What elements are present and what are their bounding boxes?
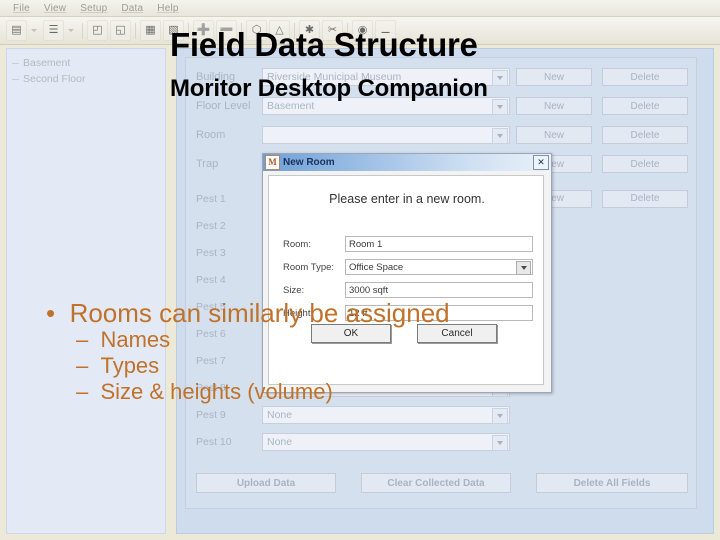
- export-map-icon[interactable]: ◱: [110, 20, 131, 41]
- room-name-input[interactable]: Room 1: [345, 236, 533, 252]
- chevron-down-icon[interactable]: [516, 261, 531, 275]
- menu-bar: File View Setup Data Help: [0, 0, 720, 17]
- pest-label: Pest 2: [196, 219, 226, 232]
- dialog-title-bar[interactable]: M New Room ✕: [263, 154, 551, 171]
- delete-pest-button[interactable]: Delete: [602, 189, 688, 208]
- pest-combo[interactable]: None: [262, 405, 510, 424]
- new-floor-button[interactable]: New: [516, 97, 592, 115]
- page-subtitle: Moritor Desktop Companion: [170, 75, 488, 102]
- menu-item-help[interactable]: Help: [150, 2, 185, 15]
- application-window: File View Setup Data Help ▤ ☰ ◰ ◱ ▦ ▧ ➕ …: [0, 0, 720, 540]
- page-title: Field Data Structure: [170, 26, 478, 63]
- bullet-sub-types: Types: [40, 353, 640, 379]
- sidebar-tree[interactable]: Basement Second Floor: [6, 48, 166, 534]
- bullet-main: Rooms can similarly be assigned: [40, 299, 640, 327]
- toolbar-separator-2: [135, 22, 136, 39]
- delete-building-button[interactable]: Delete: [602, 68, 688, 86]
- dialog-title-text: New Room: [283, 157, 335, 168]
- room-label: Room: [196, 129, 226, 141]
- chevron-down-icon[interactable]: [492, 99, 508, 115]
- pest-label: Pest 9: [196, 408, 226, 421]
- room-name-value: Room 1: [349, 238, 383, 250]
- chevron-down-icon[interactable]: [492, 407, 508, 424]
- toolbar-separator-1: [82, 22, 83, 39]
- menu-item-data[interactable]: Data: [114, 2, 150, 15]
- bullet-sub-size-heights: Size & heights (volume): [40, 379, 640, 405]
- add-region-icon[interactable]: ▦: [140, 20, 161, 41]
- form-row-pest-9: Pest 9 None: [196, 405, 688, 424]
- chevron-down-icon[interactable]: [492, 434, 508, 451]
- form-row-pest-10: Pest 10 None: [196, 432, 688, 451]
- pest-label: Pest 4: [196, 273, 226, 286]
- size-value: 3000 sqft: [349, 284, 389, 296]
- document-dropdown-chevron-down-icon[interactable]: [65, 20, 76, 41]
- size-label: Size:: [283, 284, 305, 296]
- bullet-sub-names: Names: [40, 327, 640, 353]
- size-input[interactable]: 3000 sqft: [345, 282, 533, 298]
- pest-combo[interactable]: None: [262, 432, 510, 451]
- chevron-down-icon[interactable]: [492, 70, 508, 86]
- menu-item-file[interactable]: File: [6, 2, 37, 15]
- room-type-select[interactable]: Office Space: [345, 259, 533, 275]
- pest-value: None: [267, 435, 293, 448]
- chevron-down-icon[interactable]: [492, 128, 508, 144]
- dialog-field-size: Size: 3000 sqft: [283, 280, 533, 300]
- upload-data-button[interactable]: Upload Data: [196, 473, 336, 493]
- new-room-button[interactable]: New: [516, 126, 592, 144]
- import-map-icon[interactable]: ◰: [87, 20, 108, 41]
- bottom-action-bar: Upload Data Clear Collected Data Delete …: [196, 472, 688, 494]
- pest-label: Pest 1: [196, 192, 226, 205]
- dialog-prompt: Please enter in a new room.: [329, 192, 485, 206]
- delete-room-button[interactable]: Delete: [602, 126, 688, 144]
- trap-label: Trap: [196, 158, 219, 170]
- pest-value: None: [267, 408, 293, 421]
- dialog-field-room-type: Room Type: Office Space: [283, 257, 533, 277]
- bullet-list: Rooms can similarly be assigned Names Ty…: [40, 299, 640, 405]
- app-logo-icon: M: [265, 155, 280, 170]
- save-dropdown-chevron-down-icon[interactable]: [28, 20, 39, 41]
- add-region-glyph: ▦: [145, 24, 156, 36]
- save-icon[interactable]: ▤: [6, 20, 27, 41]
- import-map-glyph: ◰: [92, 24, 103, 36]
- new-building-button[interactable]: New: [516, 68, 592, 86]
- room-type-label: Room Type:: [283, 261, 335, 273]
- save-glyph: ▤: [11, 24, 22, 36]
- sidebar-item-basement[interactable]: Basement: [7, 55, 165, 71]
- room-combo[interactable]: [262, 126, 510, 144]
- menu-item-setup[interactable]: Setup: [73, 2, 114, 15]
- delete-floor-button[interactable]: Delete: [602, 97, 688, 115]
- pest-label: Pest 10: [196, 435, 232, 448]
- export-map-glyph: ◱: [115, 24, 126, 36]
- dialog-field-room: Room: Room 1: [283, 234, 533, 254]
- document-glyph: ☰: [48, 24, 59, 36]
- delete-trap-button[interactable]: Delete: [602, 155, 688, 173]
- pest-label: Pest 3: [196, 246, 226, 259]
- close-icon[interactable]: ✕: [533, 155, 549, 170]
- form-row-room: Room New Delete: [196, 124, 688, 146]
- clear-collected-data-button[interactable]: Clear Collected Data: [361, 473, 511, 493]
- room-name-label: Room:: [283, 238, 311, 250]
- room-type-value: Office Space: [349, 261, 404, 273]
- sidebar-item-second-floor[interactable]: Second Floor: [7, 71, 165, 87]
- document-icon[interactable]: ☰: [43, 20, 64, 41]
- menu-item-view[interactable]: View: [37, 2, 73, 15]
- sidebar-item-label: Basement: [23, 57, 71, 69]
- delete-all-fields-button[interactable]: Delete All Fields: [536, 473, 688, 493]
- sidebar-item-label: Second Floor: [23, 73, 86, 85]
